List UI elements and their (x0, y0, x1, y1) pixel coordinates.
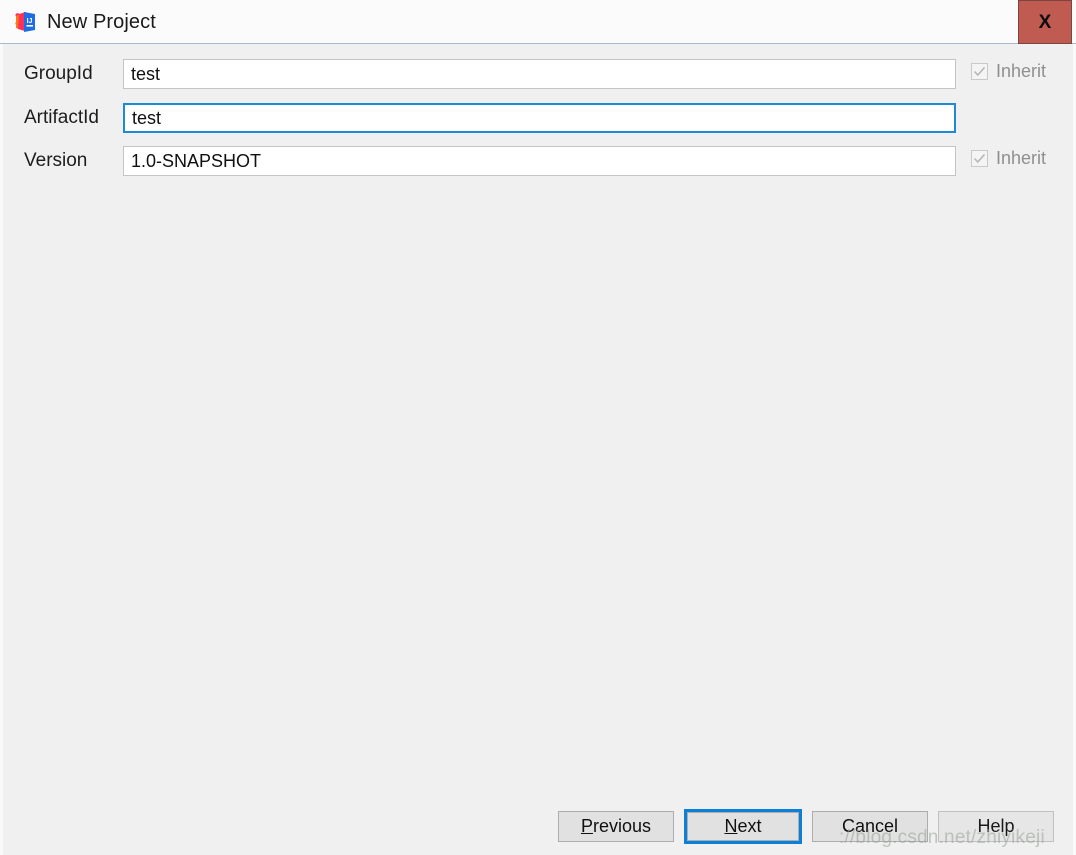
help-button[interactable]: Help (938, 811, 1054, 842)
cancel-mnemonic: C (841, 816, 855, 836)
next-button-inner: Next (687, 812, 799, 841)
cancel-button-label: Cancel (842, 816, 898, 837)
previous-mnemonic: P (580, 816, 593, 836)
close-icon: X (1038, 11, 1052, 33)
checkbox-checked-icon (971, 149, 988, 167)
help-rest: elp (990, 816, 1015, 836)
form-row-artifactid: ArtifactId (3, 103, 1073, 133)
close-button[interactable]: X (1018, 0, 1072, 44)
intellij-idea-icon: IJ (14, 11, 36, 33)
groupid-label: GroupId (24, 63, 93, 84)
version-inherit-checkbox[interactable]: Inherit (971, 149, 1046, 167)
title-bar: IJ New Project X (0, 0, 1076, 44)
groupid-inherit-checkbox[interactable]: Inherit (971, 62, 1046, 80)
previous-button-label: Previous (581, 816, 651, 837)
artifactid-input[interactable] (123, 103, 956, 133)
previous-button[interactable]: Previous (558, 811, 674, 842)
version-inherit-label: Inherit (996, 148, 1047, 168)
new-project-dialog: IJ New Project X GroupId Inherit (0, 0, 1076, 855)
version-input[interactable] (123, 146, 956, 176)
next-button[interactable]: Next (684, 809, 802, 844)
title-bar-left-group: IJ New Project (14, 0, 156, 43)
version-label: Version (24, 150, 88, 171)
svg-text:IJ: IJ (27, 18, 33, 25)
help-mnemonic: H (977, 816, 991, 836)
window-title: New Project (47, 10, 156, 33)
groupid-input[interactable] (123, 59, 956, 89)
dialog-footer: Previous Next Cancel Help ://blog.csdn.n… (3, 799, 1073, 855)
previous-rest: revious (592, 816, 652, 836)
checkbox-checked-icon (971, 62, 988, 80)
next-rest: ext (737, 816, 762, 836)
form-row-groupid: GroupId Inherit (3, 59, 1073, 89)
dialog-content: GroupId Inherit ArtifactId Version (0, 44, 1076, 855)
next-mnemonic: N (724, 816, 738, 836)
artifactid-label: ArtifactId (24, 107, 99, 128)
cancel-rest: ancel (854, 816, 899, 836)
form-row-version: Version Inherit (3, 146, 1073, 176)
next-button-label: Next (724, 816, 761, 837)
cancel-button[interactable]: Cancel (812, 811, 928, 842)
groupid-inherit-label: Inherit (996, 61, 1047, 81)
help-button-label: Help (977, 816, 1014, 837)
